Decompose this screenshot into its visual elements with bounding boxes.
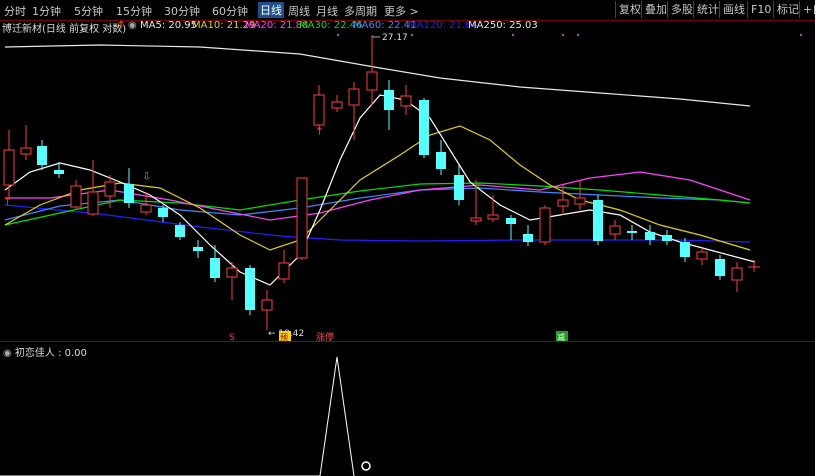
candle xyxy=(70,185,82,208)
candle xyxy=(278,262,290,280)
candle xyxy=(313,94,325,126)
candle xyxy=(487,214,499,220)
sell-arrow-icon: ⇩ xyxy=(474,182,482,192)
candle xyxy=(539,207,551,243)
candle xyxy=(175,225,185,237)
ma10-line xyxy=(4,125,751,251)
candle xyxy=(523,234,533,242)
candle xyxy=(506,218,516,224)
candle xyxy=(366,71,378,91)
candle xyxy=(384,90,394,110)
candle xyxy=(193,247,203,251)
candle xyxy=(627,231,637,233)
candle xyxy=(715,259,725,276)
candle xyxy=(54,170,64,174)
candle xyxy=(593,200,603,241)
candle xyxy=(37,146,47,165)
candle xyxy=(436,152,446,169)
candle xyxy=(731,267,743,281)
candle xyxy=(226,267,238,278)
candle xyxy=(261,299,273,311)
sell-arrow-icon: ⇩ xyxy=(142,170,151,183)
candle xyxy=(104,181,116,197)
candle xyxy=(348,88,360,106)
candle xyxy=(124,184,134,203)
candle xyxy=(400,95,412,107)
candle xyxy=(470,217,482,222)
candle xyxy=(331,101,343,109)
candle xyxy=(20,147,32,155)
indicator-label[interactable]: ◉ 初恋佳人 : 0.00 xyxy=(3,344,87,359)
candles xyxy=(3,35,760,330)
cursor-circle-icon xyxy=(361,461,371,471)
candle xyxy=(210,258,220,278)
candle xyxy=(574,197,586,205)
candle xyxy=(645,232,655,240)
candle xyxy=(557,199,569,207)
candle xyxy=(696,251,708,260)
ma120-line xyxy=(4,204,751,243)
kline-chart[interactable]: ↑ ↑ ⇩ ⇩ 27.17 ← 18.42 S 预 涨停 减 xyxy=(0,0,815,476)
buy-arrow-icon: ↑ xyxy=(3,195,12,208)
candle xyxy=(680,242,690,257)
ma5-line xyxy=(4,94,756,286)
candle xyxy=(140,204,152,213)
candle xyxy=(296,177,308,259)
pane-separator xyxy=(0,341,815,342)
candle xyxy=(158,208,168,217)
buy-arrow-icon: ↑ xyxy=(315,125,324,138)
candle xyxy=(3,149,15,186)
candle xyxy=(454,175,464,200)
ma30-line xyxy=(4,182,751,226)
candle xyxy=(662,235,672,241)
candle xyxy=(245,268,255,310)
candle xyxy=(419,100,429,155)
candle xyxy=(609,225,621,235)
circle-dropdown-icon[interactable]: ◉ xyxy=(3,348,15,359)
candle xyxy=(87,191,99,215)
high-price-label: 27.17 xyxy=(382,33,408,43)
indicator-line xyxy=(0,356,355,476)
